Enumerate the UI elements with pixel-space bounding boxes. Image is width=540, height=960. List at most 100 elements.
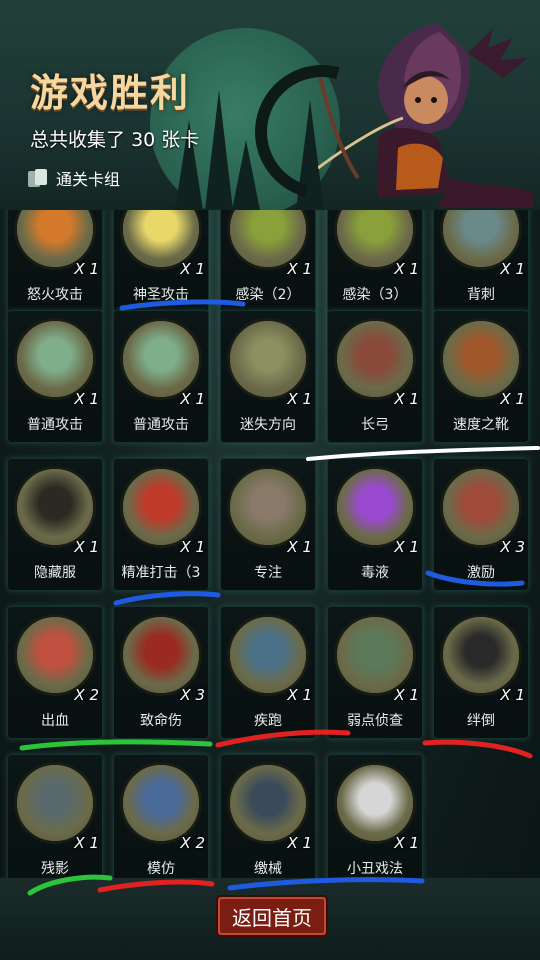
clown-icon: [337, 765, 413, 841]
card-art-disc: [334, 318, 416, 400]
card-tile[interactable]: X 1 精准打击（3: [113, 458, 209, 591]
card-name: 小丑戏法: [347, 861, 403, 877]
card-art-disc: [14, 614, 96, 696]
card-tile[interactable]: X 1 感染（2）: [220, 210, 316, 313]
card-tile[interactable]: X 1 隐藏服: [7, 458, 103, 591]
card-count: X 1: [287, 686, 312, 704]
card-art-disc: [14, 762, 96, 844]
card-count: X 1: [74, 260, 99, 278]
card-tile[interactable]: X 2 出血: [7, 606, 103, 739]
infection-icon: [230, 210, 306, 267]
card-count: X 1: [287, 538, 312, 556]
card-tile[interactable]: X 1 疾跑: [220, 606, 316, 739]
card-tile[interactable]: X 1 残影: [7, 754, 103, 880]
victory-screen: 游戏胜利 总共收集了 30 张卡 通关卡组 X 1 怒火攻击 X 1 神圣攻击 X 1 感…: [0, 0, 540, 960]
card-name: 疾跑: [254, 713, 282, 729]
shadow-clones-icon: [17, 765, 93, 841]
card-art-disc: [334, 614, 416, 696]
card-count: X 1: [500, 686, 525, 704]
hood-icon: [17, 469, 93, 545]
card-art-disc: [120, 614, 202, 696]
card-name: 致命伤: [140, 713, 182, 729]
card-name: 弱点侦查: [347, 713, 403, 729]
card-count: X 1: [180, 260, 205, 278]
card-tile[interactable]: X 3 激励: [433, 458, 529, 591]
card-count: X 3: [500, 538, 525, 556]
blood-drip-icon: [123, 617, 199, 693]
card-count: X 1: [500, 390, 525, 408]
card-tile[interactable]: X 3 致命伤: [113, 606, 209, 739]
wolf-icon: [337, 617, 413, 693]
card-art-disc: [334, 466, 416, 548]
card-name: 残影: [41, 861, 69, 877]
card-name: 出血: [41, 713, 69, 729]
card-art-disc: [227, 614, 309, 696]
disarm-card-icon: [230, 765, 306, 841]
tree-silhouette: [205, 90, 233, 210]
longbow-icon: [337, 321, 413, 397]
card-art-disc: [14, 466, 96, 548]
return-home-button[interactable]: 返回首页: [218, 897, 326, 935]
card-tile[interactable]: X 1 怒火攻击: [7, 210, 103, 313]
backstab-icon: [443, 210, 519, 267]
card-name: 神圣攻击: [133, 287, 189, 303]
card-art-disc: [120, 762, 202, 844]
card-tile[interactable]: X 1 弱点侦查: [327, 606, 423, 739]
deck-cards-icon: [28, 169, 48, 187]
card-count: X 1: [180, 390, 205, 408]
card-tile[interactable]: X 1 专注: [220, 458, 316, 591]
card-tile[interactable]: X 1 感染（3）: [327, 210, 423, 313]
card-tile[interactable]: X 2 模仿: [113, 754, 209, 880]
trip-boot-icon: [443, 617, 519, 693]
card-name: 精准打击（3: [121, 565, 201, 581]
signpost-icon: [230, 321, 306, 397]
card-name: 怒火攻击: [27, 287, 83, 303]
card-name: 感染（3）: [342, 287, 408, 303]
card-name: 迷失方向: [240, 417, 296, 433]
view-deck-link[interactable]: 通关卡组: [28, 166, 120, 190]
goblin-icon: [123, 765, 199, 841]
card-tile[interactable]: X 1 缴械: [220, 754, 316, 880]
card-tile[interactable]: X 1 普通攻击: [7, 310, 103, 443]
card-art-disc: [120, 466, 202, 548]
header-banner: 游戏胜利 总共收集了 30 张卡 通关卡组: [0, 0, 540, 210]
card-art-disc: [440, 614, 522, 696]
card-tile[interactable]: X 1 迷失方向: [220, 310, 316, 443]
card-tile[interactable]: X 1 长弓: [327, 310, 423, 443]
card-count: X 3: [180, 686, 205, 704]
card-art-disc: [227, 318, 309, 400]
card-tile[interactable]: X 1 绊倒: [433, 606, 529, 739]
spear-icon: [123, 321, 199, 397]
card-tile[interactable]: X 1 背刺: [433, 210, 529, 313]
card-tile[interactable]: X 1 毒液: [327, 458, 423, 591]
card-name: 长弓: [361, 417, 389, 433]
bleed-monster-icon: [17, 617, 93, 693]
card-tile[interactable]: X 1 小丑戏法: [327, 754, 423, 880]
card-name: 速度之靴: [453, 417, 509, 433]
summary-suffix: 张卡: [161, 129, 200, 151]
infection-icon: [337, 210, 413, 267]
card-art-disc: [440, 318, 522, 400]
card-name: 缴械: [254, 861, 282, 877]
hooded-archer-character-art: [318, 23, 533, 208]
card-tile[interactable]: X 1 普通攻击: [113, 310, 209, 443]
card-count: X 1: [394, 538, 419, 556]
hammer-icon: [443, 469, 519, 545]
card-count: X 1: [500, 260, 525, 278]
card-count: X 1: [394, 390, 419, 408]
card-count: X 1: [74, 834, 99, 852]
card-count: X 1: [287, 390, 312, 408]
fire-fist-icon: [17, 210, 93, 267]
card-art-disc: [227, 466, 309, 548]
card-art-disc: [334, 762, 416, 844]
card-name: 绊倒: [467, 713, 495, 729]
collected-cards-grid: X 1 怒火攻击 X 1 神圣攻击 X 1 感染（2） X 1 感染（3） X 1 背刺 X 1 普通…: [0, 210, 540, 880]
boot-icon: [443, 321, 519, 397]
card-count: X 1: [394, 686, 419, 704]
card-name: 隐藏服: [34, 565, 76, 581]
card-tile[interactable]: X 1 神圣攻击: [113, 210, 209, 313]
card-name: 专注: [254, 565, 282, 581]
card-tile[interactable]: X 1 速度之靴: [433, 310, 529, 443]
card-name: 普通攻击: [27, 417, 83, 433]
holy-burst-icon: [123, 210, 199, 267]
